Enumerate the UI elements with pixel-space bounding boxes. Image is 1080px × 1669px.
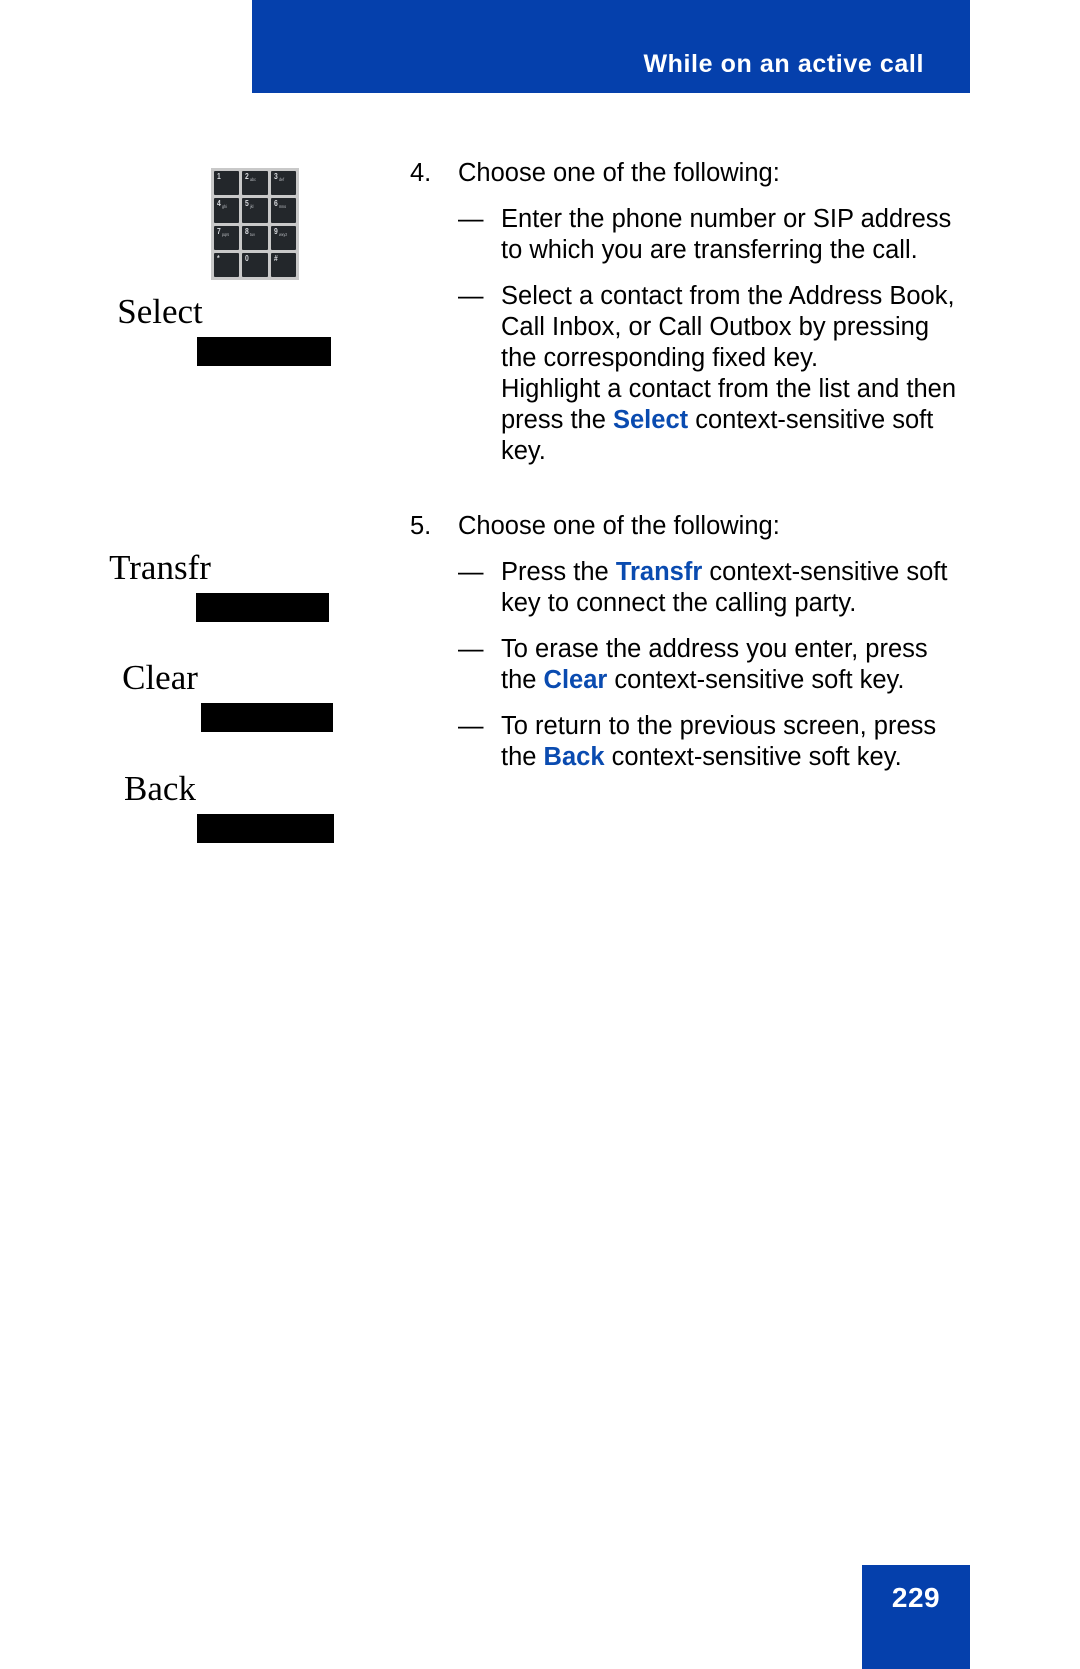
keypad-key-digit: 9 <box>273 226 278 236</box>
step-5-text: Choose one of the following: <box>458 512 780 540</box>
bullet-text-segment: Enter the phone number or SIP address to… <box>501 205 952 264</box>
keypad-key-hash: # <box>270 252 296 277</box>
keypad-key-digit: 5 <box>245 199 250 209</box>
keypad-key-digit: 3 <box>273 172 278 181</box>
keypad-key-letters: tuv <box>250 231 256 237</box>
keypad-key-digit: 8 <box>245 226 250 236</box>
keypad-key-digit: 2 <box>245 172 250 181</box>
bullet-dash: — <box>458 558 484 586</box>
keypad-key-6: 6 mno <box>270 198 296 223</box>
keypad-key-1: 1 <box>214 171 240 196</box>
page-header-banner: While on an active call <box>252 0 970 93</box>
page-number: 229 <box>891 1582 941 1613</box>
softkey-keyword-select: Select <box>612 406 689 434</box>
softkey-bar-select <box>197 337 331 366</box>
softkey-label-select: Select <box>117 292 203 331</box>
keypad-key-5: 5 jkl <box>242 198 268 223</box>
keypad-key-letters: def <box>278 177 284 182</box>
bullet-text: Select a contact from the Address Book, … <box>501 281 970 467</box>
keypad-key-3: 3 def <box>270 171 296 196</box>
softkey-keyword-clear: Clear <box>543 666 608 694</box>
keypad-key-7: 7 pqrs <box>214 225 240 250</box>
softkey-graphic-select: Select <box>0 292 400 366</box>
bullet-text: To erase the address you enter, press th… <box>501 634 970 696</box>
softkey-bar-clear <box>201 703 333 732</box>
bullet-text-segment: Press the <box>501 558 616 586</box>
keypad-key-digit: 6 <box>273 199 278 209</box>
bullet-dash: — <box>458 712 484 740</box>
softkey-label-back: Back <box>124 769 196 808</box>
softkey-keyword-transfr: Transfr <box>615 558 703 586</box>
keypad-key-0: 0 <box>242 252 268 277</box>
keypad-key-digit: * <box>217 253 220 263</box>
step-5: 5. Choose one of the following: <box>410 511 970 542</box>
keypad-key-digit: 0 <box>245 253 250 263</box>
softkey-label-transfr: Transfr <box>109 548 211 587</box>
keypad-key-letters: jkl <box>250 204 254 210</box>
bullet-dash: — <box>458 635 484 663</box>
softkey-graphic-clear: Clear <box>0 658 400 732</box>
keypad-key-letters: ghi <box>222 204 227 210</box>
softkey-graphic-back: Back <box>0 769 400 843</box>
keypad-key-digit: 7 <box>217 226 221 236</box>
step-4-bullet-1: — Enter the phone number or SIP address … <box>458 204 970 266</box>
keypad-key-4: 4 ghi <box>214 198 240 223</box>
keypad-key-digit: # <box>273 253 278 263</box>
bullet-text: To return to the previous screen, press … <box>501 711 970 773</box>
step-5-bullet-1: — Press the Transfr context-sensitive so… <box>458 557 970 619</box>
keypad-key-letters: pqrs <box>222 231 230 237</box>
phone-keypad-icon: 1 2 abc 3 def 4 ghi 5 jkl 6 mno 7 pqrs 8 tuv 9w… <box>211 168 299 280</box>
step-5-bullet-3: — To return to the previous screen, pres… <box>458 711 970 773</box>
softkey-bar-transfr <box>196 593 329 622</box>
page-header-title: While on an active call <box>643 50 924 78</box>
keypad-key-2: 2 abc <box>242 171 268 196</box>
softkey-keyword-back: Back <box>543 743 605 771</box>
step-4-bullet-2: — Select a contact from the Address Book… <box>458 281 970 467</box>
bullet-text: Press the Transfr context-sensitive soft… <box>501 557 970 619</box>
bullet-text-segment: context-sensitive soft key. <box>607 666 905 694</box>
procedure-content: 4. Choose one of the following: — Enter … <box>410 158 970 773</box>
step-5-bullet-2: — To erase the address you enter, press … <box>458 634 970 696</box>
bullet-text: Enter the phone number or SIP address to… <box>501 204 970 266</box>
step-4-number: 4. <box>410 159 432 187</box>
step-4: 4. Choose one of the following: <box>410 158 970 189</box>
bullet-dash: — <box>458 282 484 310</box>
keypad-key-9: 9 wxyz <box>270 225 296 250</box>
keypad-key-letters: mno <box>278 204 286 210</box>
softkey-graphic-transfr: Transfr <box>0 548 400 622</box>
keypad-key-digit: 1 <box>217 172 221 181</box>
bullet-text-segment: Select a contact from the Address Book, … <box>501 282 955 372</box>
keypad-key-star: * <box>214 252 240 277</box>
page-number-box: 229 <box>862 1565 970 1669</box>
keypad-key-letters: wxyz <box>278 231 287 237</box>
bullet-text-segment: context-sensitive soft key. <box>604 743 902 771</box>
step-5-number: 5. <box>410 512 432 540</box>
softkey-label-clear: Clear <box>122 658 198 697</box>
keypad-key-digit: 4 <box>217 199 221 209</box>
step-4-text: Choose one of the following: <box>458 159 780 187</box>
softkey-bar-back <box>197 814 334 843</box>
keypad-key-8: 8 tuv <box>242 225 268 250</box>
keypad-key-letters: abc <box>250 177 257 182</box>
bullet-dash: — <box>458 205 484 233</box>
